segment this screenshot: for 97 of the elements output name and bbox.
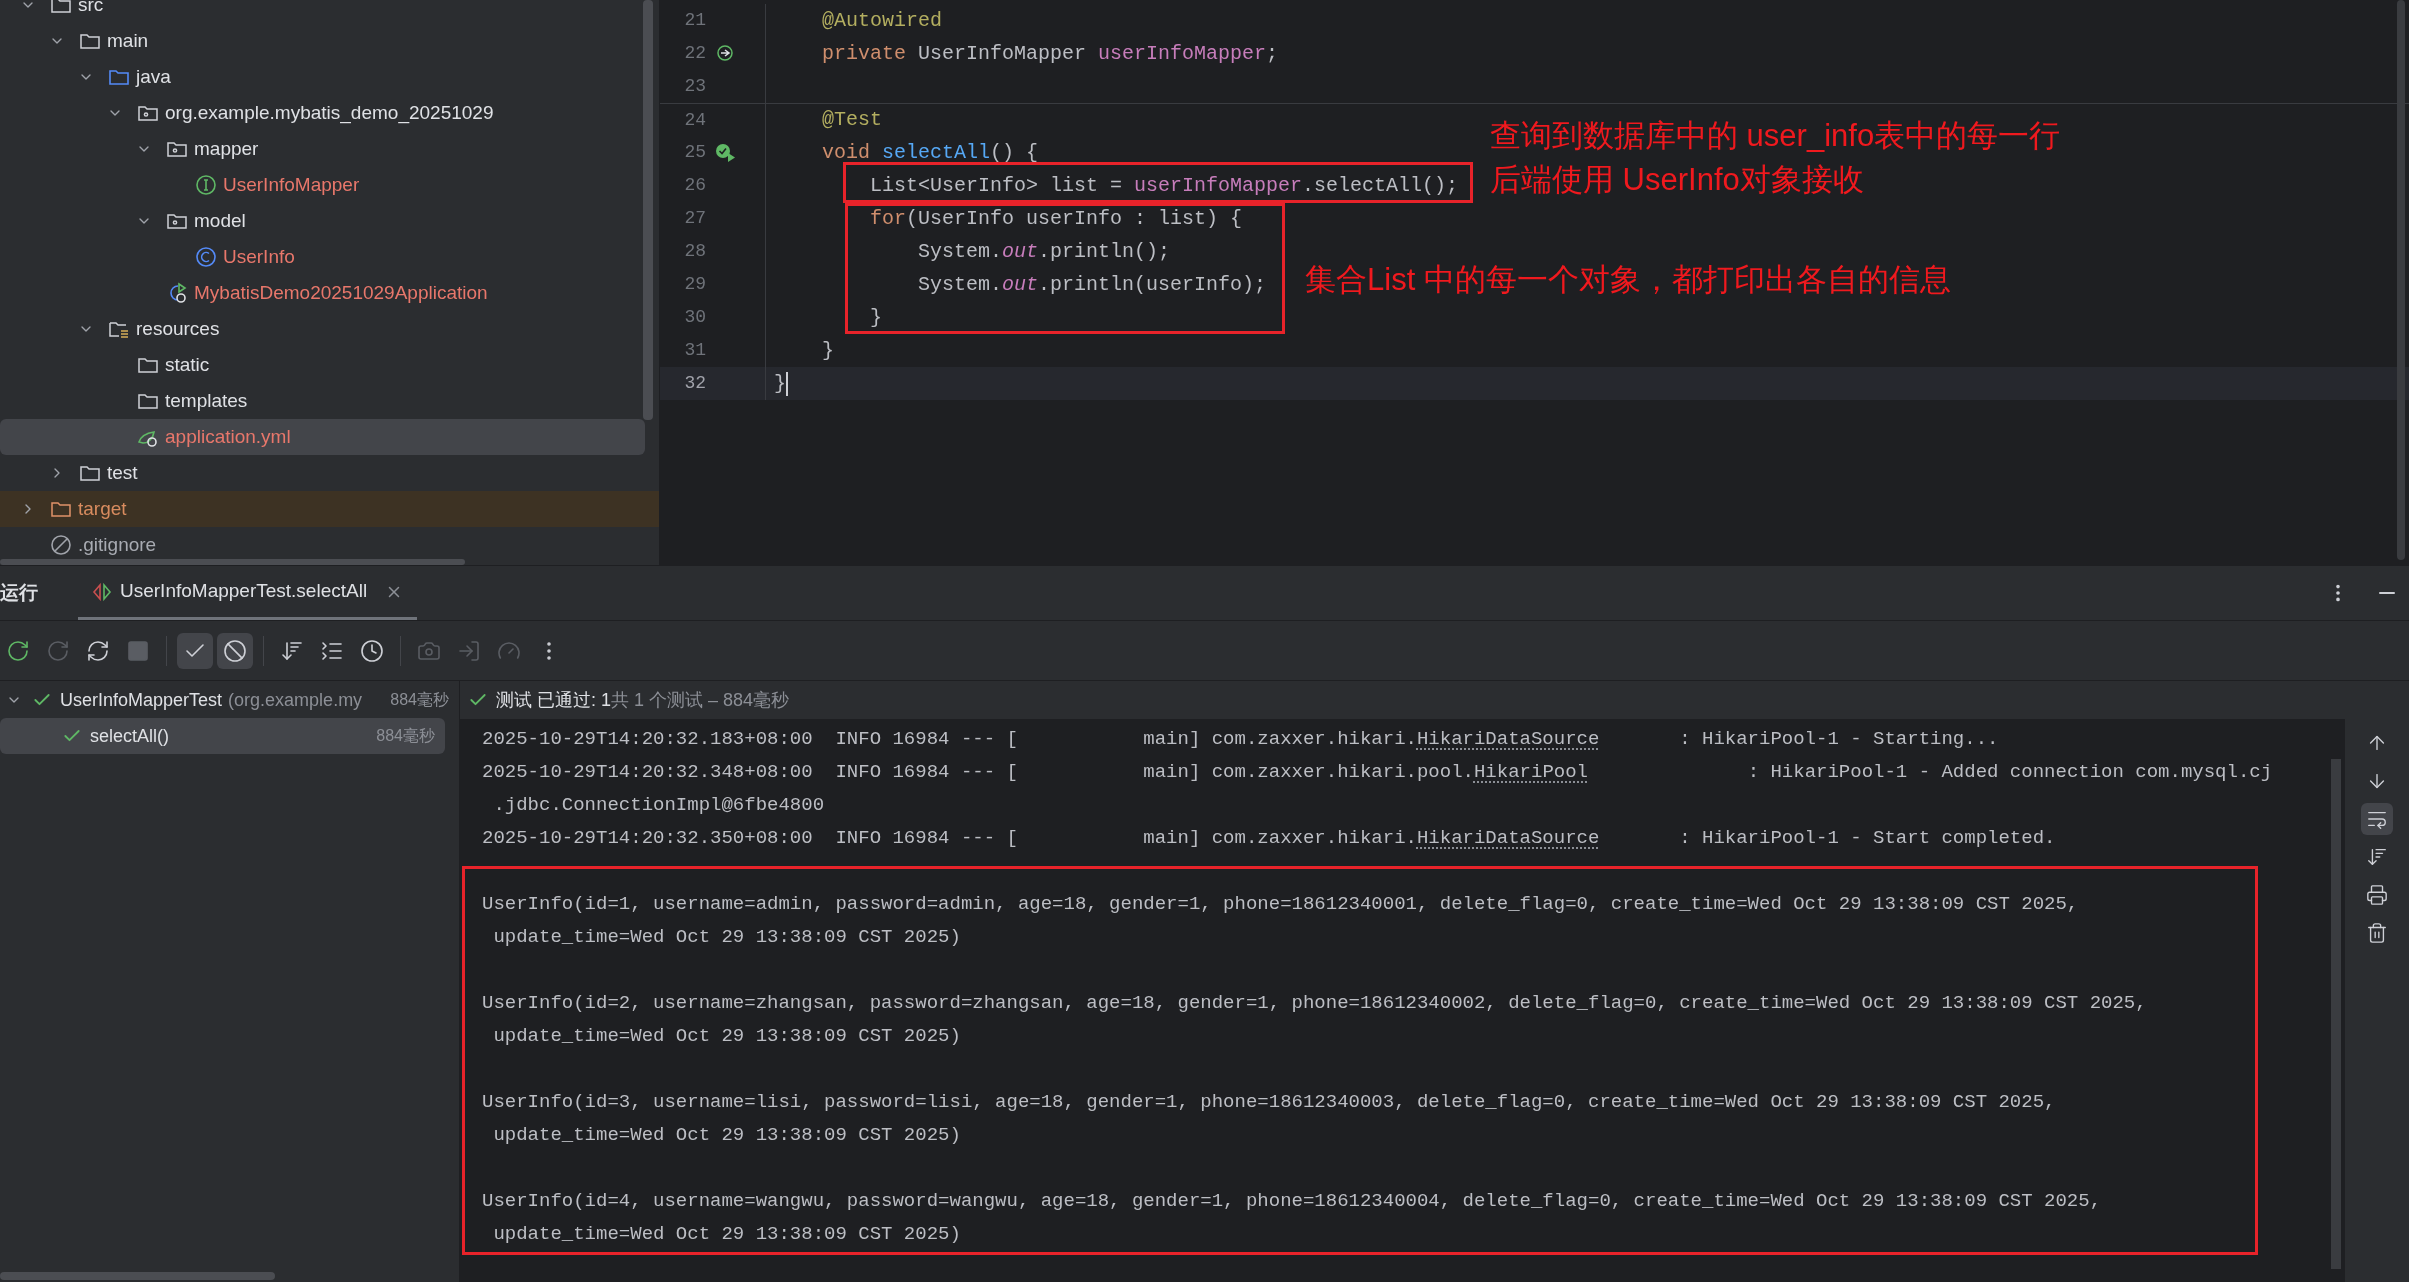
line-number: 24 — [683, 108, 706, 132]
run-tab[interactable]: UserInfoMapperTest.selectAll — [78, 566, 418, 620]
line-number: 22 — [683, 42, 706, 65]
annotation-text: 后端使用 UserInfo对象接收 — [1490, 161, 1865, 199]
test-name: UserInfoMapperTest — [60, 688, 223, 712]
tree-item[interactable]: main — [0, 23, 659, 59]
tree-item[interactable]: resources — [0, 311, 659, 347]
test-class-row[interactable]: UserInfoMapperTest (org.example.my 884毫秒 — [0, 682, 459, 718]
file-name: templates — [165, 388, 248, 413]
code-line: } — [774, 373, 786, 394]
file-name: .gitignore — [78, 532, 157, 557]
annotation-text: 查询到数据库中的 user_info表中的每一行 — [1490, 117, 2061, 155]
test-method-row[interactable]: selectAll() 884毫秒 — [0, 718, 445, 754]
test-duration: 884毫秒 — [390, 690, 449, 710]
line-number: 29 — [683, 273, 706, 296]
tree-item[interactable]: org.example.mybatis_demo_20251029 — [0, 95, 659, 131]
file-name: target — [78, 496, 127, 521]
console-line: UserInfo(id=2, username=zhangsan, password=zhangsan, age=18, gender=1, phone=18612340002, delete_flag=0, create_time=Wed Oct 29 13:38:09 CST 2025, — [482, 991, 2148, 1017]
console-line: 2025-10-29T14:20:32.350+08:00 INFO 16984 --- [ main] com.zaxxer.hikari.HikariDataSource : HikariPool-1 - Start completed. — [482, 826, 2057, 852]
file-name: UserInfoMapper — [223, 172, 360, 197]
tree-item[interactable]: mapper — [0, 131, 659, 167]
scrollbar[interactable] — [643, 0, 653, 420]
console-line: update_time=Wed Oct 29 13:38:09 CST 2025) — [492, 1024, 962, 1050]
file-name: test — [107, 460, 138, 485]
scrollbar[interactable] — [0, 559, 465, 565]
file-name: org.example.mybatis_demo_20251029 — [165, 100, 494, 126]
file-name: mapper — [194, 136, 259, 161]
tree-item[interactable]: templates — [0, 383, 659, 419]
code-line: List<UserInfo> list = userInfoMapper.selectAll(); — [870, 175, 1459, 196]
scrollbar[interactable] — [2397, 0, 2405, 560]
line-number: 31 — [683, 339, 706, 362]
code-line: void selectAll() { — [822, 142, 1039, 163]
annotation-text: 集合List 中的每一个对象，都打印出各自的信息 — [1305, 261, 1951, 299]
file-name: UserInfo — [223, 244, 295, 269]
tree-item[interactable]: src — [0, 0, 659, 23]
ignore-icon — [50, 534, 72, 556]
ban-icon[interactable] — [217, 632, 253, 669]
console-line: update_time=Wed Oct 29 13:38:09 CST 2025) — [492, 925, 962, 951]
wrap-icon[interactable] — [2361, 803, 2393, 835]
line-number: 30 — [683, 306, 706, 329]
tree-item[interactable]: model — [0, 203, 659, 239]
line-number: 26 — [683, 174, 706, 197]
code-line: System.out.println(userInfo); — [918, 274, 1267, 295]
test-duration: 884毫秒 — [376, 726, 435, 746]
file-name: main — [107, 28, 149, 53]
file-name: src — [78, 0, 104, 17]
text-caret — [786, 371, 788, 396]
panel-title: 运行 — [0, 580, 38, 605]
line-number: 27 — [683, 207, 706, 230]
code-line: @Test — [822, 110, 883, 130]
interface-icon — [195, 174, 217, 196]
file-name: model — [194, 208, 246, 233]
file-name: static — [165, 352, 210, 377]
console-line: 2025-10-29T14:20:32.348+08:00 INFO 16984 --- [ main] com.zaxxer.hikari.pool.HikariPool : HikariPool-1 - Added connection com.mysql.cj — [482, 760, 2274, 786]
console-line: UserInfo(id=4, username=wangwu, password=wangwu, age=18, gender=1, phone=18612340004, delete_flag=0, create_time=Wed Oct 29 13:38:09 CST 2025, — [482, 1189, 2103, 1215]
console-line: .jdbc.ConnectionImpl@6fbe4800 — [492, 793, 826, 819]
bean-icon[interactable] — [716, 43, 736, 64]
console-line: update_time=Wed Oct 29 13:38:09 CST 2025) — [492, 1222, 962, 1248]
scrollbar[interactable] — [2331, 759, 2341, 1269]
class-icon — [195, 246, 217, 268]
tree-item[interactable]: UserInfo — [0, 239, 659, 275]
tree-item[interactable]: test — [0, 455, 659, 491]
line-number: 21 — [683, 9, 706, 32]
file-name: application.yml — [165, 424, 291, 449]
test-status: 测试 已通过: 1 — [496, 688, 611, 712]
console-line: 2025-10-29T14:20:32.183+08:00 INFO 16984 --- [ main] com.zaxxer.hikari.HikariDataSource : HikariPool-1 - Starting... — [482, 727, 2000, 753]
tree-item[interactable]: UserInfoMapper — [0, 167, 659, 203]
scrollbar[interactable] — [0, 1272, 275, 1280]
tree-item[interactable]: .gitignore — [0, 527, 659, 563]
file-name: resources — [136, 316, 220, 341]
code-line: } — [822, 340, 835, 361]
run-passed-icon[interactable] — [715, 142, 737, 163]
code-line: System.out.println(); — [918, 241, 1171, 262]
console-line: UserInfo(id=1, username=admin, password=admin, age=18, gender=1, phone=18612340001, delete_flag=0, create_time=Wed Oct 29 13:38:09 CST 2025, — [482, 892, 2080, 918]
tree-item[interactable]: java — [0, 59, 659, 95]
line-number: 32 — [683, 372, 706, 395]
tree-item[interactable]: MybatisDemo20251029Application — [0, 275, 659, 311]
file-name: MybatisDemo20251029Application — [194, 280, 488, 305]
line-number: 28 — [683, 240, 706, 263]
code-line: for(UserInfo userInfo : list) { — [870, 208, 1243, 229]
folder-icon — [50, 0, 72, 16]
tree-item[interactable]: target — [0, 491, 659, 527]
test-run-icon — [92, 582, 112, 601]
tree-item[interactable]: static — [0, 347, 659, 383]
line-number: 23 — [683, 75, 706, 98]
check-icon[interactable] — [177, 632, 213, 669]
tab-label: UserInfoMapperTest.selectAll — [120, 579, 368, 604]
test-package: (org.example.my — [228, 688, 363, 712]
file-name: java — [136, 64, 171, 89]
test-summary: 共 1 个测试 – 884毫秒 — [611, 688, 790, 712]
test-name: selectAll() — [90, 724, 169, 748]
line-number: 25 — [683, 141, 706, 164]
code-line: } — [870, 307, 883, 328]
code-line: @Autowired — [822, 10, 943, 31]
code-line: private UserInfoMapper userInfoMapper; — [822, 43, 1279, 64]
console-line: update_time=Wed Oct 29 13:38:09 CST 2025) — [492, 1123, 962, 1149]
console-line: UserInfo(id=3, username=lisi, password=lisi, age=18, gender=1, phone=18612340003, delete_flag=0, create_time=Wed Oct 29 13:38:09 CST 2025, — [482, 1090, 2057, 1116]
